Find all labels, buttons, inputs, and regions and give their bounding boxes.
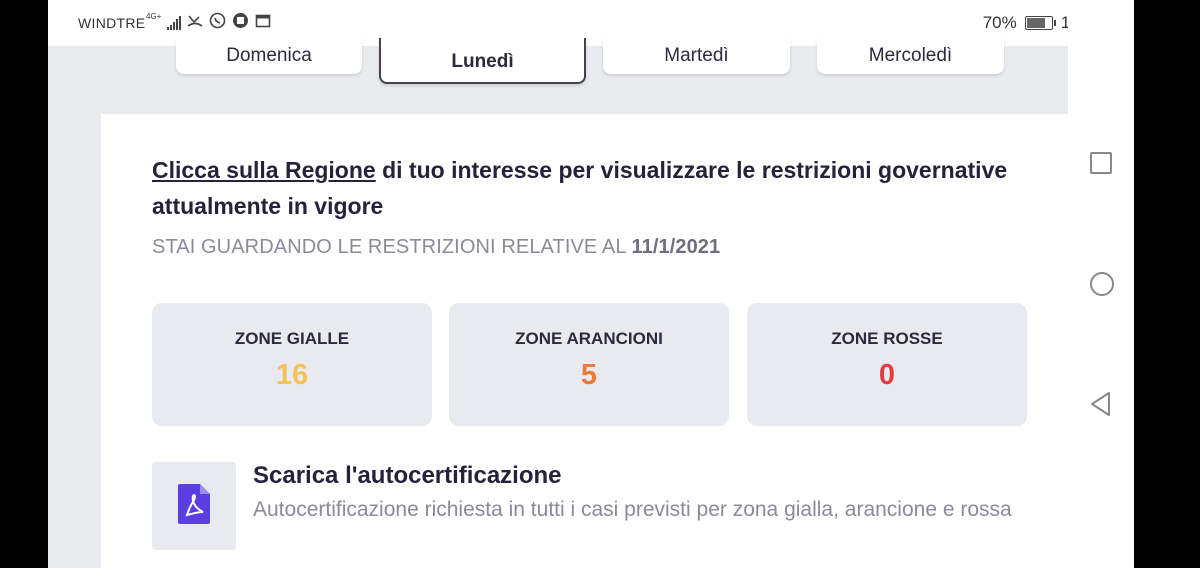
download-title: Scarica l'autocertificazione — [253, 462, 562, 489]
pdf-icon — [178, 484, 210, 524]
back-icon[interactable] — [1089, 391, 1113, 417]
viewing-date: 11/1/2021 — [631, 236, 721, 258]
zone-label: ZONE ARANCIONI — [515, 329, 663, 348]
signal-icon — [167, 15, 182, 30]
viewing-date-line: STAI GUARDANDO LE RESTRIZIONI RELATIVE A… — [152, 236, 720, 259]
headline: Clicca sulla Regione di tuo interesse pe… — [152, 152, 1032, 224]
zone-label: ZONE ROSSE — [831, 329, 943, 348]
recent-apps-icon[interactable] — [1089, 151, 1113, 175]
battery-percent: 70% — [982, 13, 1017, 32]
pdf-icon-box — [152, 462, 236, 550]
zone-count: 16 — [275, 359, 309, 391]
battery-fill — [1026, 18, 1045, 28]
carrier-name: WINDTRE — [78, 15, 146, 31]
app-notification-icon — [232, 12, 249, 33]
whatsapp-icon — [209, 12, 226, 33]
region-link[interactable]: Clicca sulla Regione — [152, 157, 376, 183]
battery-icon — [1024, 16, 1056, 30]
tab-domenica[interactable]: Domenica — [176, 38, 362, 74]
zone-gialle-box[interactable]: ZONE GIALLE 16 — [152, 303, 432, 426]
status-icons: 4G+ — [146, 12, 271, 33]
zone-rosse-box[interactable]: ZONE ROSSE 0 — [747, 303, 1027, 426]
network-type: 4G+ — [146, 12, 162, 21]
calendar-icon — [255, 13, 271, 33]
zone-count: 5 — [580, 359, 598, 391]
app-screen: WINDTRE 4G+ 70% 11:02 Domenic — [48, 0, 1134, 568]
viewing-prefix: STAI GUARDANDO LE RESTRIZIONI RELATIVE A… — [152, 236, 632, 258]
zone-count: 0 — [878, 359, 896, 391]
day-tabs: Domenica Lunedì Martedì Mercoledì — [48, 38, 1134, 90]
download-autocertificazione[interactable]: Scarica l'autocertificazione Autocertifi… — [152, 462, 1032, 562]
home-icon[interactable] — [1089, 271, 1115, 297]
tab-mercoledi[interactable]: Mercoledì — [817, 38, 1004, 74]
download-description: Autocertificazione richiesta in tutti i … — [253, 498, 1012, 521]
zone-label: ZONE GIALLE — [234, 329, 350, 348]
tab-lunedi[interactable]: Lunedì — [379, 38, 586, 84]
zone-arancioni-box[interactable]: ZONE ARANCIONI 5 — [449, 303, 729, 426]
restrictions-card: Clicca sulla Regione di tuo interesse pe… — [101, 114, 1078, 568]
navigation-bar — [1068, 0, 1134, 568]
tab-martedi[interactable]: Martedì — [603, 38, 790, 74]
missed-call-icon — [187, 13, 203, 33]
